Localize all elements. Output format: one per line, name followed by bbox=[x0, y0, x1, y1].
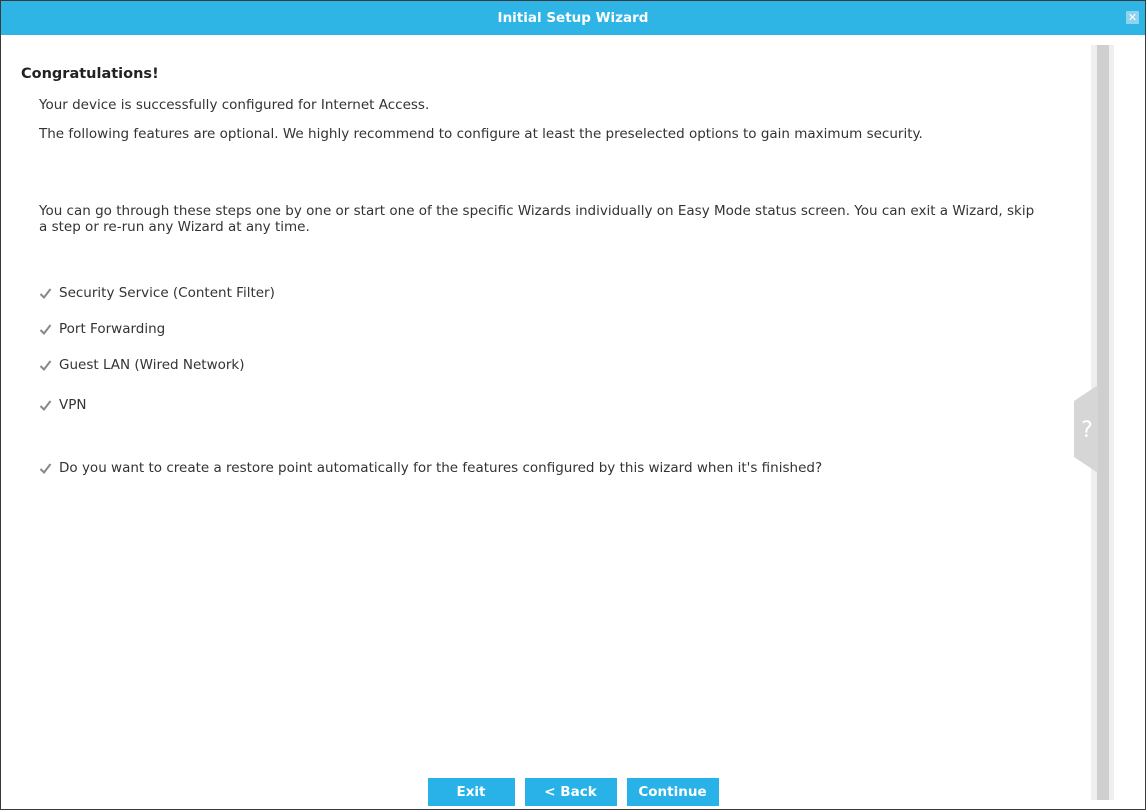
continue-button[interactable]: Continue bbox=[626, 778, 719, 806]
scrollbar-thumb[interactable] bbox=[1097, 45, 1109, 800]
checkbox-icon[interactable] bbox=[39, 399, 52, 412]
option-vpn[interactable]: VPN bbox=[39, 397, 86, 413]
titlebar: Initial Setup Wizard ✕ bbox=[1, 1, 1145, 35]
checkbox-icon[interactable] bbox=[39, 359, 52, 372]
checkbox-icon[interactable] bbox=[39, 287, 52, 300]
option-label: Port Forwarding bbox=[59, 321, 166, 337]
back-button[interactable]: < Back bbox=[524, 778, 617, 806]
help-tab[interactable]: ? bbox=[1074, 385, 1098, 473]
intro-text: Your device is successfully configured f… bbox=[39, 97, 430, 113]
option-guest-lan[interactable]: Guest LAN (Wired Network) bbox=[39, 357, 245, 373]
congratulations-heading: Congratulations! bbox=[21, 66, 159, 82]
option-port-forwarding[interactable]: Port Forwarding bbox=[39, 321, 165, 337]
restore-point-label: Do you want to create a restore point au… bbox=[59, 460, 823, 476]
option-label: VPN bbox=[59, 397, 87, 413]
exit-button[interactable]: Exit bbox=[427, 778, 515, 806]
optional-features-text: The following features are optional. We … bbox=[39, 126, 923, 142]
option-label: Security Service (Content Filter) bbox=[59, 285, 275, 301]
footer-buttons: Exit < Back Continue bbox=[1, 777, 1145, 811]
setup-wizard-window: Initial Setup Wizard ✕ Congratulations! … bbox=[0, 0, 1146, 810]
wizard-steps-text: You can go through these steps one by on… bbox=[39, 203, 1035, 235]
close-icon[interactable]: ✕ bbox=[1126, 11, 1139, 24]
option-security-service[interactable]: Security Service (Content Filter) bbox=[39, 285, 275, 301]
help-icon: ? bbox=[1081, 418, 1093, 443]
checkbox-icon[interactable] bbox=[39, 462, 52, 475]
option-restore-point[interactable]: Do you want to create a restore point au… bbox=[39, 460, 822, 476]
window-title: Initial Setup Wizard bbox=[497, 10, 649, 26]
option-label: Guest LAN (Wired Network) bbox=[59, 357, 245, 373]
checkbox-icon[interactable] bbox=[39, 323, 52, 336]
